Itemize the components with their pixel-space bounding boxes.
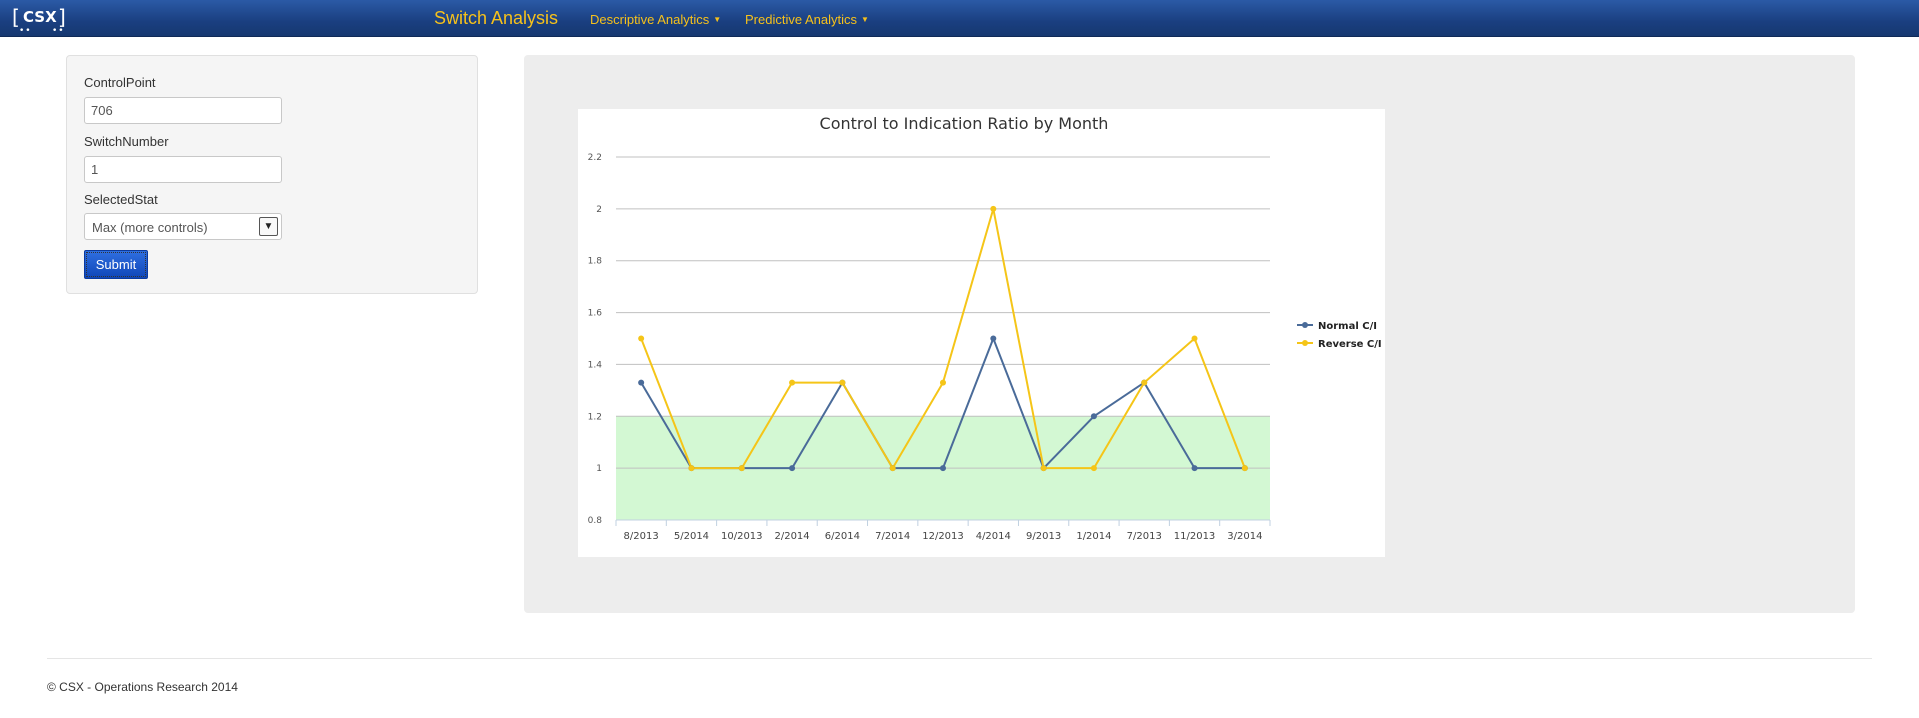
- x-tick-label: 11/2013: [1174, 531, 1216, 542]
- x-tick-label: 6/2014: [825, 531, 860, 542]
- legend-marker: [1302, 340, 1308, 346]
- legend-label: Normal C/I: [1318, 321, 1377, 332]
- data-point-normal: [789, 465, 796, 472]
- chart-title: Control to Indication Ratio by Month: [820, 114, 1109, 133]
- data-point-normal: [990, 335, 997, 342]
- caret-down-icon: ▼: [861, 15, 869, 24]
- selected-stat-label: SelectedStat: [84, 192, 158, 207]
- legend-marker: [1302, 322, 1308, 328]
- data-point-reverse: [789, 379, 796, 386]
- menu-descriptive-analytics[interactable]: Descriptive Analytics ▼: [590, 12, 721, 27]
- logo-dots-left: ••: [19, 26, 32, 36]
- app-brand[interactable]: Switch Analysis: [434, 8, 558, 29]
- x-tick-label: 1/2014: [1076, 531, 1111, 542]
- x-tick-label: 7/2014: [875, 531, 910, 542]
- logo-text: CSX: [23, 8, 57, 26]
- data-point-reverse: [638, 335, 645, 342]
- selected-stat-select[interactable]: Max (more controls) ▼: [84, 213, 282, 240]
- csx-logo[interactable]: [ CSX ] •• ••: [12, 5, 72, 36]
- x-tick-label: 2/2014: [774, 531, 809, 542]
- data-point-reverse: [889, 465, 896, 472]
- x-tick-label: 12/2013: [922, 531, 964, 542]
- data-point-normal: [1090, 413, 1097, 420]
- data-point-reverse: [738, 465, 745, 472]
- menu-label: Descriptive Analytics: [590, 12, 710, 27]
- y-tick-label: 1.8: [588, 257, 603, 267]
- data-point-normal: [1191, 465, 1198, 472]
- data-point-reverse: [1141, 379, 1148, 386]
- logo-dots-right: ••: [52, 26, 65, 36]
- x-tick-label: 3/2014: [1227, 531, 1262, 542]
- legend-label: Reverse C/I: [1318, 339, 1382, 350]
- data-point-reverse: [1241, 465, 1248, 472]
- chevron-down-icon[interactable]: ▼: [259, 217, 278, 236]
- x-tick-label: 10/2013: [721, 531, 763, 542]
- data-point-normal: [638, 379, 645, 386]
- control-point-label: ControlPoint: [84, 75, 156, 90]
- data-point-reverse: [688, 465, 695, 472]
- data-point-reverse: [1191, 335, 1198, 342]
- switch-number-input[interactable]: [84, 156, 282, 183]
- y-tick-label: 1.4: [588, 360, 603, 370]
- x-tick-label: 9/2013: [1026, 531, 1061, 542]
- logo-right-bracket: ]: [58, 5, 66, 29]
- top-navbar: [ CSX ] •• •• Switch Analysis Descriptiv…: [0, 0, 1919, 37]
- data-point-normal: [940, 465, 946, 472]
- data-point-reverse: [940, 379, 946, 386]
- x-tick-label: 5/2014: [674, 531, 709, 542]
- menu-predictive-analytics[interactable]: Predictive Analytics ▼: [745, 12, 869, 27]
- y-tick-label: 1: [596, 464, 602, 474]
- footer-divider: [47, 658, 1872, 659]
- data-point-reverse: [1090, 465, 1097, 472]
- x-tick-label: 8/2013: [624, 531, 659, 542]
- y-tick-label: 0.8: [588, 516, 603, 526]
- y-tick-label: 1.6: [588, 309, 603, 319]
- chart-container: Control to Indication Ratio by Month 0.8 1…: [578, 109, 1385, 557]
- submit-button[interactable]: Submit: [84, 250, 148, 279]
- x-tick-label: 7/2013: [1127, 531, 1162, 542]
- menu-label: Predictive Analytics: [745, 12, 857, 27]
- data-point-reverse: [990, 205, 997, 212]
- line-chart: Control to Indication Ratio by Month 0.8 1…: [588, 114, 1382, 542]
- logo-left-bracket: [: [12, 5, 20, 29]
- switch-number-label: SwitchNumber: [84, 134, 169, 149]
- input-panel: ControlPoint SwitchNumber SelectedStat M…: [66, 55, 478, 294]
- data-point-reverse: [839, 379, 846, 386]
- y-tick-label: 1.2: [588, 412, 602, 422]
- selected-stat-value: Max (more controls): [92, 220, 208, 235]
- y-tick-label: 2.2: [588, 153, 602, 163]
- control-point-input[interactable]: [84, 97, 282, 124]
- footer-copyright: © CSX - Operations Research 2014: [47, 680, 238, 694]
- data-point-reverse: [1040, 465, 1047, 472]
- y-tick-label: 2: [596, 205, 602, 215]
- x-tick-label: 4/2014: [976, 531, 1011, 542]
- caret-down-icon: ▼: [713, 15, 722, 24]
